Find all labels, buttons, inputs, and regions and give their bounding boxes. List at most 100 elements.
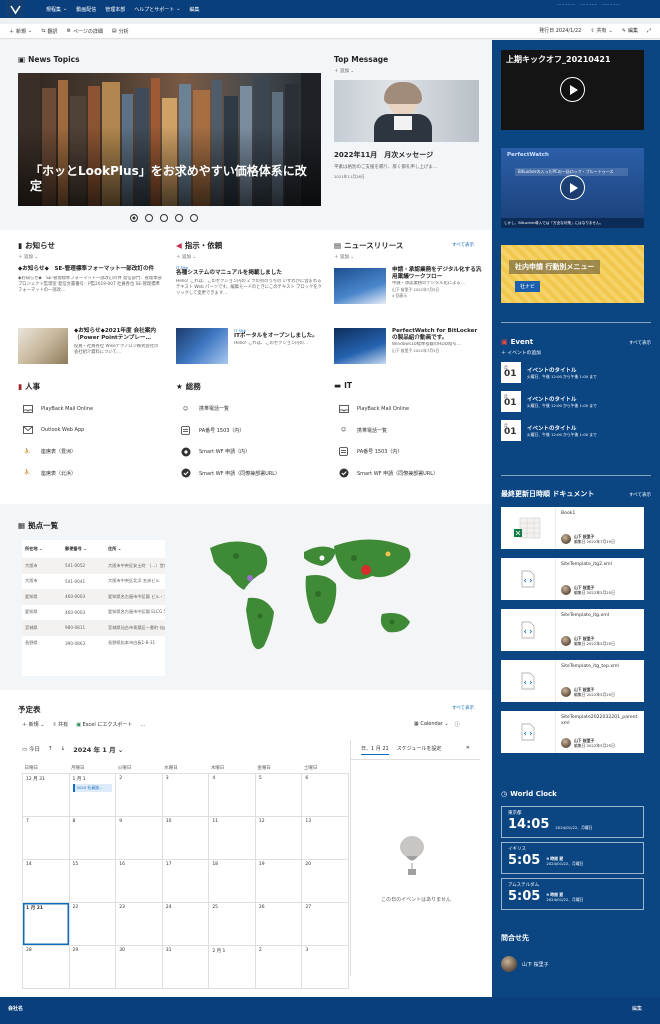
event-item[interactable]: 月 01 イベントのタイトル 火曜日、午後 12:00 から午後 1:00 まで [501, 391, 651, 412]
add-event-button[interactable]: ＋ イベントの追加 [501, 349, 651, 356]
day-cell[interactable]: 30 [115, 944, 163, 989]
nav-item-rules[interactable]: 規程集 ⌄ [46, 6, 67, 13]
translate-button[interactable]: ⇆ 翻訳 [41, 28, 57, 35]
quick-link[interactable]: ⛹ 座席表（豊洲） [22, 441, 167, 463]
quick-link[interactable]: ☺ 携帯電話一覧 [338, 420, 483, 442]
day-cell[interactable]: 2 月 1 [208, 944, 256, 989]
table-row[interactable]: 宮城県980-0811宮城県仙台市青葉区一番町 仙台電気ビルF [22, 620, 165, 636]
product-video[interactable]: PerfectWatch BitLockerの入ったPCの一括ロック・ブルートゥ… [501, 148, 651, 228]
more-icon[interactable]: … [140, 722, 145, 728]
day-cell[interactable]: 29 [68, 944, 117, 989]
day-cell[interactable]: 16 [115, 858, 163, 903]
release-title[interactable]: PerfectWatch for BitLockerの製品紹介動画です。 [392, 328, 482, 342]
day-cell-selected[interactable]: 1 月 21 [22, 901, 70, 946]
nav-item-admin[interactable]: 管理本部 [105, 6, 125, 13]
calendar-view-switcher[interactable]: ▦ Calendar ⌄ ⓘ [414, 721, 460, 728]
top-message-image[interactable] [334, 80, 479, 142]
day-cell[interactable]: 6 [301, 772, 349, 817]
day-cell[interactable]: 15 [68, 858, 117, 903]
close-icon[interactable]: ✕ [466, 745, 470, 755]
document-card[interactable]: SiteTemplate_itg2.xml 山下 桜里子 編集日 2022年3月2… [501, 558, 644, 600]
next-arrow-icon[interactable]: ↓ [61, 746, 66, 752]
day-tab[interactable]: 日、1 月 21 [361, 745, 389, 755]
hero-title[interactable]: 「ホッとLookPlus」をお求めやすい価格体系に改定 [30, 164, 315, 194]
calendar-new-button[interactable]: ＋ 新規 ⌄ [22, 721, 44, 728]
column-header[interactable]: 郵便番号 ⌄ [62, 540, 105, 558]
day-cell[interactable]: 2 [115, 772, 163, 817]
day-cell[interactable]: 31 [161, 944, 210, 989]
play-icon[interactable] [560, 175, 585, 200]
instruction-title[interactable]: 各種システムのマニュアルを掲載しました [176, 270, 324, 277]
table-row[interactable]: 愛知県 460-0003 愛知県名古屋市中区錦 ELCG 5F [22, 605, 165, 621]
quick-link[interactable]: Smart WF 申請（同僚兼部署URL） [338, 463, 483, 485]
releases-see-all[interactable]: すべて表示 [452, 242, 474, 248]
day-cell[interactable]: 8 [68, 815, 117, 860]
carousel-dot-5[interactable] [190, 214, 198, 222]
quick-link[interactable]: PlayBack Mail Online [338, 398, 483, 420]
calendar-share-button[interactable]: ⇪ 共有 [52, 721, 68, 728]
day-cell[interactable]: 12 月 31 [22, 772, 70, 817]
calendar-view-button[interactable]: ▦ Calendar ⌄ [414, 721, 449, 728]
day-cell[interactable]: 26 [254, 901, 303, 946]
documents-see-all[interactable]: すべて表示 [629, 492, 651, 498]
column-header[interactable]: 所在地 ⌄ [22, 540, 62, 558]
edit-button[interactable]: ✎ 編集 [622, 27, 638, 35]
carousel-dot-4[interactable] [175, 214, 183, 222]
calendar-event[interactable]: 2020 社員旅… [72, 783, 113, 792]
day-cell[interactable]: 10 [161, 815, 210, 860]
instruction-title[interactable]: ITポータルをオープンしました。 [234, 333, 324, 340]
notice-thumbnail[interactable] [18, 328, 68, 364]
quick-link[interactable]: PlayBack Mail Online [22, 398, 167, 420]
table-row[interactable]: 大阪市 541-0041 大阪市中央区北浜 名洲ビル [22, 574, 165, 590]
day-cell[interactable]: 5 [254, 772, 303, 817]
day-cell[interactable]: 19 [254, 858, 303, 903]
quick-link[interactable]: Outlook Web App [22, 420, 167, 442]
news-hero-image[interactable]: 「ホッとLookPlus」をお求めやすい価格体系に改定 [18, 73, 321, 206]
day-cell[interactable]: 1 月 1 2020 社員旅… [68, 772, 117, 817]
day-cell[interactable]: 4 [208, 772, 256, 817]
expand-icon[interactable]: ⤢ [647, 28, 651, 34]
kickoff-video[interactable]: 上期キックオフ_20210421 [501, 50, 651, 130]
export-excel-button[interactable]: ▣ Excel にエクスポート [76, 721, 132, 728]
day-cell[interactable]: 18 [208, 858, 256, 903]
day-cell[interactable]: 28 [22, 944, 70, 989]
instruction-item[interactable]: IT Site 各種システムのマニュアルを掲載しました Hello! これは、こ… [176, 265, 324, 297]
instruction-item[interactable]: IT Site ITポータルをオープンしました。 Hello! これは、このセク… [234, 328, 324, 347]
day-cell[interactable]: 9 [115, 815, 163, 860]
quick-link[interactable]: ☺ 携帯電話一覧 [180, 398, 325, 420]
event-item[interactable]: 月 01 イベントのタイトル 火曜日、午後 12:00 から午後 1:00 まで [501, 362, 651, 383]
event-see-all[interactable]: すべて表示 [629, 340, 651, 346]
instructions-add[interactable]: ＋ 追加 ⌄ [176, 254, 196, 260]
page-details-button[interactable]: ⚙ ページの詳細 [66, 28, 102, 35]
footer-edit-link[interactable]: 編集 [632, 1005, 642, 1012]
top-message-headline[interactable]: 2022年11月 月次メッセージ [334, 150, 433, 160]
table-row[interactable]: 大阪市541-0052大阪市中央区安土町 （…）堂ビル5F [22, 558, 165, 574]
release-thumbnail[interactable] [334, 268, 386, 304]
carousel-dot-3[interactable] [160, 214, 168, 222]
day-cell[interactable]: 11 [208, 815, 256, 860]
month-picker[interactable]: 2024 年 1 月 ⌄ [73, 744, 123, 754]
quick-link[interactable]: PA番号 1503（内） [180, 420, 325, 442]
prev-arrow-icon[interactable]: ↑ [48, 746, 53, 752]
day-cell[interactable]: 23 [115, 901, 163, 946]
day-cell[interactable]: 2 [254, 944, 303, 989]
table-row[interactable]: 長野県 390-0863 長野県松本市白板1-8-31 [22, 636, 165, 652]
quick-link[interactable]: PA番号 1503（内） [338, 441, 483, 463]
banner-button[interactable]: 社ナビ [515, 281, 541, 292]
day-cell[interactable]: 17 [161, 858, 210, 903]
event-item[interactable]: 月 01 イベントのタイトル 火曜日、午後 12:00 から午後 1:00 まで [501, 420, 651, 441]
instruction-thumbnail[interactable] [176, 328, 228, 364]
release-thumbnail[interactable] [334, 328, 386, 364]
day-cell[interactable]: 12 [254, 815, 303, 860]
play-icon[interactable] [560, 77, 585, 102]
release-title[interactable]: 申請・承認業務をデジタル化する汎用稟議ワークフロー [392, 267, 482, 281]
table-row[interactable]: 愛知県460-0003愛知県名古屋市中区錦 ビル・アネックスF [22, 589, 165, 605]
notice-item[interactable]: ◆お知らせ◆ SE-管理標準フォーマット一部改訂の件 ◆お知らせ◆ SE-管理標… [18, 266, 163, 312]
quick-link[interactable]: Smart WF 申請（同僚兼部署URL） [180, 463, 325, 485]
new-button[interactable]: ＋新規 ⌄ [9, 28, 32, 35]
document-card[interactable]: SiteTemplate_itg.xml 山下 桜里子 編集日 2022年3月25… [501, 609, 644, 651]
releases-add[interactable]: ＋ 追加 ⌄ [334, 254, 354, 260]
top-message-add[interactable]: ＋ 追加 ⌄ [334, 68, 354, 74]
document-card[interactable]: Book1 山下 桜里子 編集日 2022年7月19日 [501, 507, 644, 549]
nav-item-help[interactable]: ヘルプとサポート ⌄ [134, 6, 180, 13]
